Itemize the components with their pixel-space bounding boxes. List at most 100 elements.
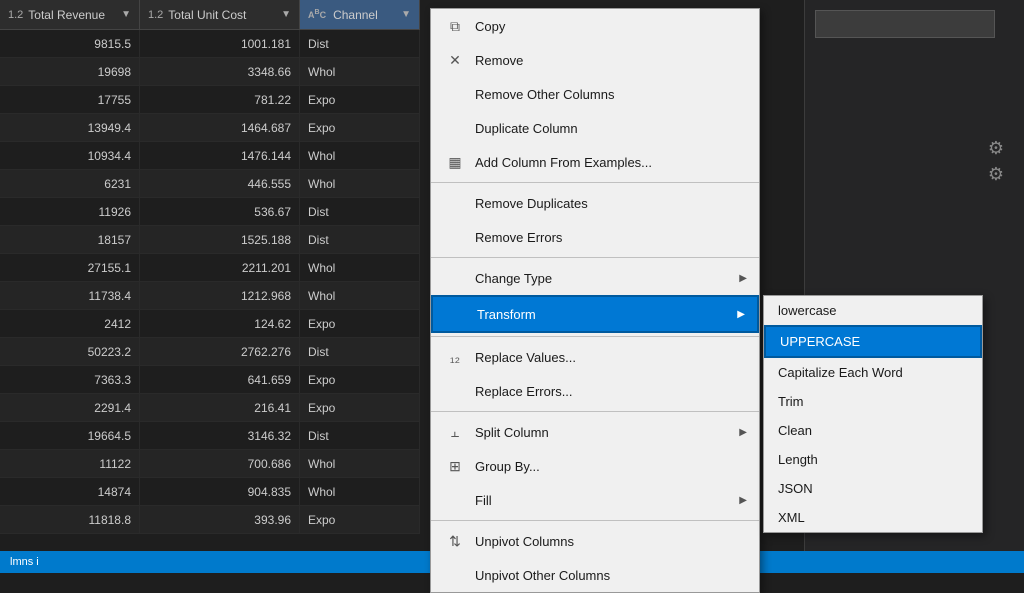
menu-separator-11	[431, 336, 759, 337]
cell-revenue: 2291.4	[0, 394, 140, 421]
table-row: 11122700.686Whol	[0, 450, 420, 478]
cell-channel: Whol	[300, 58, 420, 85]
cell-revenue: 6231	[0, 170, 140, 197]
menu-label-replace_values: Replace Values...	[475, 350, 747, 365]
cell-revenue: 19664.5	[0, 422, 140, 449]
menu-icon-duplicate_column	[443, 118, 467, 138]
menu-icon-transform	[445, 304, 469, 324]
menu-item-remove_errors[interactable]: Remove Errors	[431, 220, 759, 254]
cell-revenue: 11738.4	[0, 282, 140, 309]
table-row: 11738.41212.968Whol	[0, 282, 420, 310]
submenu-item-trim[interactable]: Trim	[764, 387, 982, 416]
table-row: 13949.41464.687Expo	[0, 114, 420, 142]
menu-separator-18	[431, 520, 759, 521]
menu-item-group_by[interactable]: ⊞Group By...	[431, 449, 759, 483]
menu-label-remove_errors: Remove Errors	[475, 230, 747, 245]
menu-icon-remove_errors	[443, 227, 467, 247]
cell-revenue: 7363.3	[0, 366, 140, 393]
submenu-item-length[interactable]: Length	[764, 445, 982, 474]
cell-unit-cost: 1212.968	[140, 282, 300, 309]
menu-item-duplicate_column[interactable]: Duplicate Column	[431, 111, 759, 145]
submenu-item-clean[interactable]: Clean	[764, 416, 982, 445]
cell-unit-cost: 393.96	[140, 506, 300, 533]
bottom-bar-text: lmns i	[10, 556, 39, 568]
menu-icon-unpivot_columns: ⇅	[443, 531, 467, 551]
menu-item-fill[interactable]: Fill▶	[431, 483, 759, 517]
menu-label-group_by: Group By...	[475, 459, 747, 474]
submenu-item-uppercase[interactable]: UPPERCASE	[764, 325, 982, 358]
menu-item-transform[interactable]: Transform▶lowercaseUPPERCASECapitalize E…	[431, 295, 759, 333]
revenue-type-icon: 1.2	[8, 9, 23, 21]
menu-item-remove[interactable]: ✕Remove	[431, 43, 759, 77]
cell-channel: Expo	[300, 310, 420, 337]
cell-revenue: 11818.8	[0, 506, 140, 533]
revenue-dropdown-icon[interactable]: ▼	[121, 9, 131, 20]
col-header-unit[interactable]: 1.2 Total Unit Cost ▼	[140, 0, 300, 29]
menu-item-copy[interactable]: ⧉Copy	[431, 9, 759, 43]
transform-submenu: lowercaseUPPERCASECapitalize Each WordTr…	[763, 295, 983, 533]
cell-unit-cost: 446.555	[140, 170, 300, 197]
table-row: 19664.53146.32Dist	[0, 422, 420, 450]
table-row: 2291.4216.41Expo	[0, 394, 420, 422]
table-row: 11818.8393.96Expo	[0, 506, 420, 534]
menu-item-remove_duplicates[interactable]: Remove Duplicates	[431, 186, 759, 220]
table-row: 196983348.66Whol	[0, 58, 420, 86]
menu-label-unpivot_columns: Unpivot Columns	[475, 534, 747, 549]
menu-separator-8	[431, 257, 759, 258]
col-label-channel: Channel	[333, 8, 378, 22]
submenu-item-xml[interactable]: XML	[764, 503, 982, 532]
menu-icon-copy: ⧉	[443, 16, 467, 36]
menu-icon-fill	[443, 490, 467, 510]
gear-icon-2[interactable]: ⚙	[988, 164, 1004, 185]
gear-icon-1[interactable]: ⚙	[988, 138, 1004, 159]
cell-revenue: 13949.4	[0, 114, 140, 141]
menu-item-replace_values[interactable]: ₁₂Replace Values...	[431, 340, 759, 374]
menu-label-change_type: Change Type	[475, 271, 739, 286]
menu-item-replace_errors[interactable]: Replace Errors...	[431, 374, 759, 408]
table-row: 17755781.22Expo	[0, 86, 420, 114]
cell-channel: Dist	[300, 422, 420, 449]
cell-unit-cost: 2211.201	[140, 254, 300, 281]
menu-item-split_column[interactable]: ⫠Split Column▶	[431, 415, 759, 449]
cell-unit-cost: 3146.32	[140, 422, 300, 449]
col-label-revenue: Total Revenue	[28, 8, 105, 22]
submenu-item-capitalize[interactable]: Capitalize Each Word	[764, 358, 982, 387]
submenu-item-lowercase[interactable]: lowercase	[764, 296, 982, 325]
menu-item-unpivot_columns[interactable]: ⇅ Unpivot Columns	[431, 524, 759, 558]
menu-item-unpivot_other_columns[interactable]: Unpivot Other Columns	[431, 558, 759, 592]
cell-revenue: 19698	[0, 58, 140, 85]
context-menu: ⧉Copy✕RemoveRemove Other ColumnsDuplicat…	[430, 8, 760, 593]
menu-item-add_column_examples[interactable]: ▦Add Column From Examples...	[431, 145, 759, 179]
menu-icon-add_column_examples: ▦	[443, 152, 467, 172]
menu-item-change_type[interactable]: Change Type▶	[431, 261, 759, 295]
menu-item-remove_other_columns[interactable]: Remove Other Columns	[431, 77, 759, 111]
right-panel-content: ⚙ ⚙	[805, 0, 1024, 200]
menu-arrow-change_type: ▶	[739, 273, 747, 284]
menu-label-replace_errors: Replace Errors...	[475, 384, 747, 399]
menu-icon-remove_other_columns	[443, 84, 467, 104]
cell-unit-cost: 124.62	[140, 310, 300, 337]
cell-channel: Whol	[300, 478, 420, 505]
cell-channel: Whol	[300, 142, 420, 169]
menu-icon-remove_duplicates	[443, 193, 467, 213]
cell-channel: Whol	[300, 282, 420, 309]
cell-revenue: 11122	[0, 450, 140, 477]
cell-unit-cost: 536.67	[140, 198, 300, 225]
cell-channel: Expo	[300, 86, 420, 113]
unit-type-icon: 1.2	[148, 9, 163, 21]
cell-unit-cost: 1525.188	[140, 226, 300, 253]
menu-label-fill: Fill	[475, 493, 739, 508]
channel-dropdown-icon[interactable]: ▼	[401, 9, 411, 20]
gear-icons-container: ⚙ ⚙	[815, 138, 1014, 190]
cell-unit-cost: 1001.181	[140, 30, 300, 57]
col-header-revenue[interactable]: 1.2 Total Revenue ▼	[0, 0, 140, 29]
menu-label-transform: Transform	[477, 307, 737, 322]
col-header-channel[interactable]: ABC Channel ▼	[300, 0, 420, 29]
submenu-item-json[interactable]: JSON	[764, 474, 982, 503]
unit-dropdown-icon[interactable]: ▼	[281, 9, 291, 20]
cell-channel: Expo	[300, 394, 420, 421]
table-header: 1.2 Total Revenue ▼ 1.2 Total Unit Cost …	[0, 0, 420, 30]
cell-unit-cost: 1476.144	[140, 142, 300, 169]
cell-revenue: 18157	[0, 226, 140, 253]
table-row: 10934.41476.144Whol	[0, 142, 420, 170]
